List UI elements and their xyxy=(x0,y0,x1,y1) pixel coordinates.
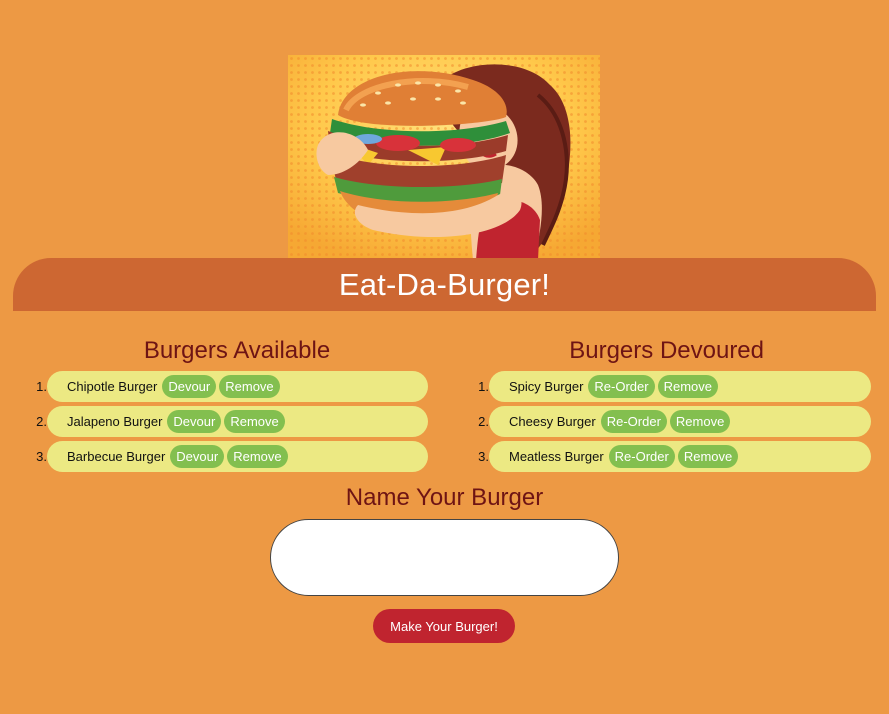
burgers-devoured-list: 1. Spicy Burger Re-Order Remove 2. Chees… xyxy=(461,371,871,472)
burger-name-input[interactable] xyxy=(270,519,619,596)
name-your-burger-heading: Name Your Burger xyxy=(345,484,544,511)
burgers-devoured-section: Burgers Devoured 1. Spicy Burger Re-Orde… xyxy=(461,336,871,476)
header-banner: Eat-Da-Burger! xyxy=(13,258,876,311)
list-item: 3. Barbecue Burger Devour Remove xyxy=(18,441,428,472)
burgers-available-list: 1. Chipotle Burger Devour Remove 2. Jala… xyxy=(18,371,428,472)
list-item: 2. Cheesy Burger Re-Order Remove xyxy=(461,406,871,437)
burger-item: Spicy Burger Re-Order Remove xyxy=(489,371,871,402)
burger-item: Meatless Burger Re-Order Remove xyxy=(489,441,871,472)
devour-button[interactable]: Devour xyxy=(162,375,217,398)
item-number: 1. xyxy=(36,379,47,394)
make-burger-button[interactable]: Make Your Burger! xyxy=(373,609,515,643)
burger-name: Barbecue Burger xyxy=(67,449,166,464)
burger-name: Jalapeno Burger xyxy=(67,414,163,429)
remove-button[interactable]: Remove xyxy=(657,375,719,398)
list-item: 2. Jalapeno Burger Devour Remove xyxy=(18,406,428,437)
burgers-available-section: Burgers Available 1. Chipotle Burger Dev… xyxy=(18,336,428,476)
burger-item: Jalapeno Burger Devour Remove xyxy=(47,406,428,437)
burgers-available-heading: Burgers Available xyxy=(143,337,331,364)
devour-button[interactable]: Devour xyxy=(167,410,222,433)
item-number: 3. xyxy=(36,449,47,464)
reorder-button[interactable]: Re-Order xyxy=(608,445,675,468)
devour-button[interactable]: Devour xyxy=(170,445,225,468)
remove-button[interactable]: Remove xyxy=(677,445,739,468)
hero-burger-illustration xyxy=(288,55,600,260)
page-title: Eat-Da-Burger! xyxy=(338,266,551,302)
list-item: 1. Chipotle Burger Devour Remove xyxy=(18,371,428,402)
item-number: 2. xyxy=(478,414,489,429)
burger-name: Spicy Burger xyxy=(509,379,584,394)
remove-button[interactable]: Remove xyxy=(669,410,731,433)
burger-item: Chipotle Burger Devour Remove xyxy=(47,371,428,402)
burger-item: Cheesy Burger Re-Order Remove xyxy=(489,406,871,437)
burger-item: Barbecue Burger Devour Remove xyxy=(47,441,428,472)
list-item: 3. Meatless Burger Re-Order Remove xyxy=(461,441,871,472)
remove-button[interactable]: Remove xyxy=(227,445,288,468)
reorder-button[interactable]: Re-Order xyxy=(600,410,667,433)
item-number: 2. xyxy=(36,414,47,429)
burger-name: Chipotle Burger xyxy=(67,379,158,394)
list-item: 1. Spicy Burger Re-Order Remove xyxy=(461,371,871,402)
burger-name: Meatless Burger xyxy=(509,449,604,464)
burger-name: Cheesy Burger xyxy=(509,414,596,429)
remove-button[interactable]: Remove xyxy=(219,375,280,398)
item-number: 3. xyxy=(478,449,489,464)
remove-button[interactable]: Remove xyxy=(224,410,285,433)
burgers-devoured-heading: Burgers Devoured xyxy=(569,337,764,364)
item-number: 1. xyxy=(478,379,489,394)
reorder-button[interactable]: Re-Order xyxy=(588,375,655,398)
